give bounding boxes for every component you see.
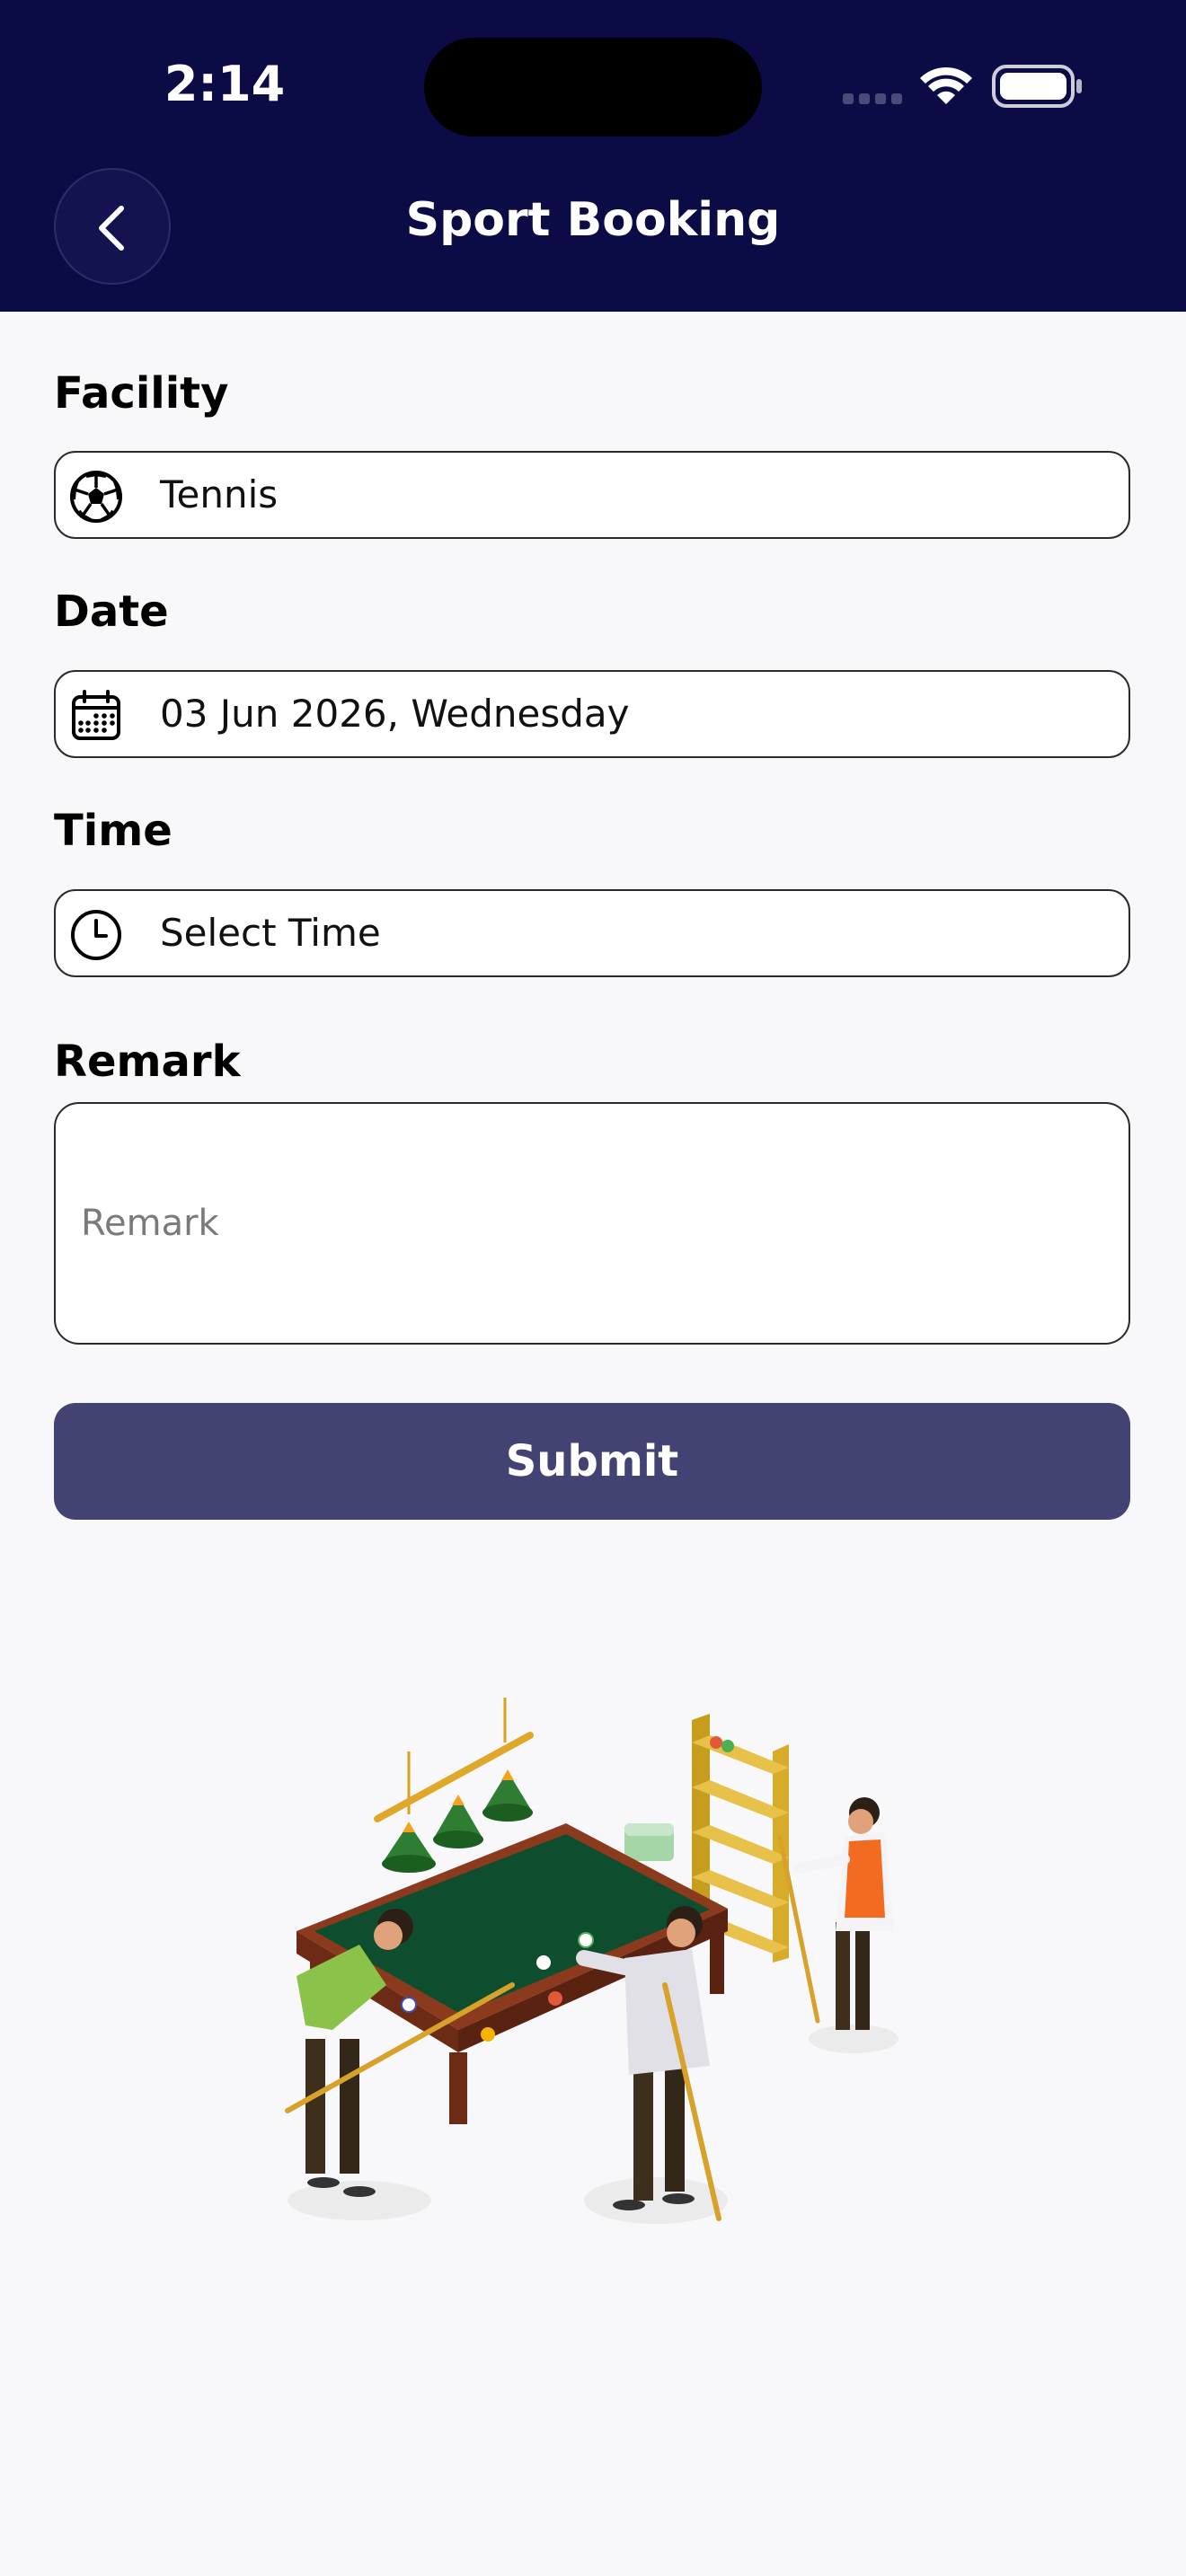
status-icons [836, 61, 1105, 115]
submit-button[interactable]: Submit [54, 1403, 1130, 1520]
date-label: Date [54, 587, 169, 637]
page-title: Sport Booking [405, 193, 781, 247]
facility-label: Facility [54, 368, 229, 419]
facility-value: Tennis [160, 472, 279, 516]
soccer-ball-icon [70, 471, 122, 523]
battery-icon [992, 65, 1082, 108]
time-field[interactable]: Select Time [54, 889, 1130, 977]
calendar-icon [72, 690, 120, 740]
status-time: 2:14 [164, 56, 286, 112]
clock-icon [71, 910, 121, 960]
remark-input[interactable] [81, 1203, 1069, 1257]
date-field[interactable]: 03 Jun 2026, Wednesday [54, 670, 1130, 758]
dynamic-island [424, 38, 762, 137]
time-value: Select Time [160, 911, 381, 955]
time-label: Time [54, 806, 173, 856]
player-figure [777, 1797, 894, 2030]
date-value: 03 Jun 2026, Wednesday [160, 692, 630, 736]
cellular-signal-icon [843, 93, 902, 104]
app-header: 2:14 Sport Booking [0, 0, 1186, 312]
billiards-illustration [285, 1698, 898, 2224]
remark-label: Remark [54, 1037, 241, 1087]
wifi-icon [920, 66, 972, 104]
facility-field[interactable]: Tennis [54, 451, 1130, 539]
remark-field[interactable] [54, 1102, 1130, 1345]
